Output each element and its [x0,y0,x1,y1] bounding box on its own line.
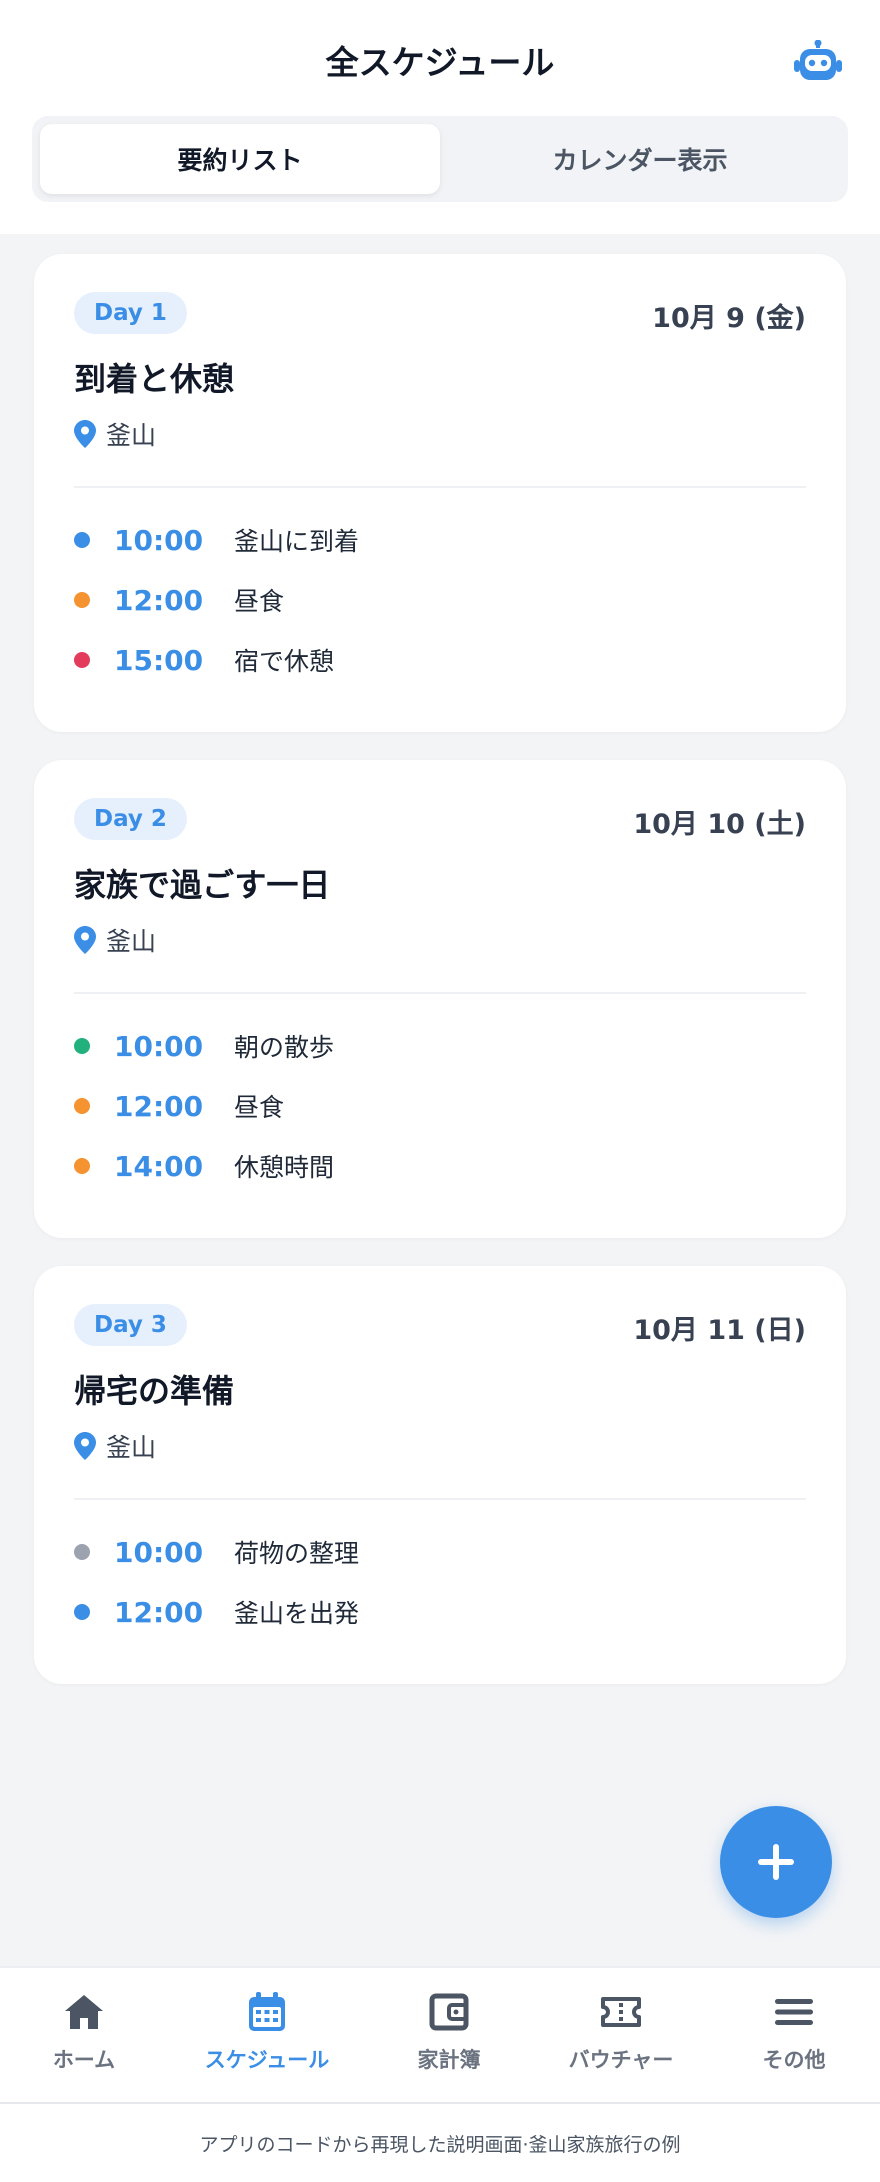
event-row[interactable]: 12:00 昼食 [74,1076,806,1136]
event-name: 釜山に到着 [234,527,360,556]
event-dot [74,652,90,668]
page-title: 全スケジュール [325,43,555,82]
event-row[interactable]: 12:00 釜山を出発 [74,1582,806,1642]
event-time: 10:00 [114,1029,204,1063]
nav-label: その他 [762,2048,826,2072]
day-date: 10月 9 (金) [652,303,806,334]
tab-summary-list[interactable]: 要約リスト [40,124,440,194]
event-dot [74,532,90,548]
event-dot [74,1544,90,1560]
day-title: 帰宅の準備 [74,1372,235,1410]
home-icon [65,1995,103,2029]
event-row[interactable]: 10:00 釜山に到着 [74,510,806,570]
divider [74,992,806,994]
day-location: 釜山 [74,1428,156,1464]
event-name: 荷物の整理 [234,1539,360,1568]
event-list: 10:00 荷物の整理 12:00 釜山を出発 [74,1522,806,1642]
nav-budget[interactable]: 家計簿 [369,1990,529,2074]
event-name: 釜山を出発 [234,1599,360,1628]
event-name: 昼食 [234,1093,285,1122]
menu-icon [775,1999,813,2025]
plus-icon [758,1844,794,1880]
event-time: 12:00 [114,583,204,617]
event-name: 宿で休憩 [234,647,335,676]
event-row[interactable]: 15:00 宿で休憩 [74,630,806,690]
event-row[interactable]: 10:00 荷物の整理 [74,1522,806,1582]
day-card[interactable]: Day 2 10月 10 (土) 家族で過ごす一日 釜山 10:00 朝の散歩 … [34,760,846,1238]
day-card[interactable]: Day 3 10月 11 (日) 帰宅の準備 釜山 10:00 荷物の整理 12… [34,1266,846,1684]
nav-schedule[interactable]: スケジュール [187,1990,347,2074]
day-title: 到着と休憩 [74,360,235,398]
day-date: 10月 10 (土) [633,809,806,840]
calendar-icon [249,1992,285,2031]
nav-label: バウチャー [568,2048,674,2072]
event-list: 10:00 釜山に到着 12:00 昼食 15:00 宿で休憩 [74,510,806,690]
nav-label: スケジュール [204,2048,330,2072]
location-pin-icon [74,1432,96,1460]
tab-calendar-view[interactable]: カレンダー表示 [440,124,840,194]
event-time: 12:00 [114,1595,204,1629]
nav-label: 家計簿 [417,2048,481,2072]
location-pin-icon [74,926,96,954]
location-label: 釜山 [106,421,157,450]
location-label: 釜山 [106,927,157,956]
event-time: 10:00 [114,523,204,557]
ticket-icon [601,1997,641,2027]
view-toggle: 要約リスト カレンダー表示 [32,116,848,202]
event-dot [74,1038,90,1054]
bottom-navigation: ホーム スケジュール 家計簿 バウチャー その他 [0,1966,880,2102]
event-dot [74,592,90,608]
event-time: 15:00 [114,643,204,677]
location-pin-icon [74,420,96,448]
day-date: 10月 11 (日) [633,1315,806,1346]
day-location: 釜山 [74,416,156,452]
event-name: 朝の散歩 [234,1033,335,1062]
event-dot [74,1098,90,1114]
event-dot [74,1604,90,1620]
day-card[interactable]: Day 1 10月 9 (金) 到着と休憩 釜山 10:00 釜山に到着 12:… [34,254,846,732]
nav-more[interactable]: その他 [714,1990,874,2074]
divider [74,486,806,488]
robot-icon[interactable] [794,40,842,84]
nav-voucher[interactable]: バウチャー [541,1990,701,2074]
footer-caption: アプリのコードから再現した説明画面·釜山家族旅行の例 [0,2102,880,2182]
nav-label: ホーム [52,2048,116,2072]
location-label: 釜山 [106,1433,157,1462]
event-time: 14:00 [114,1149,204,1183]
app-header: 全スケジュール 要約リスト カレンダー表示 [0,0,880,234]
event-row[interactable]: 10:00 朝の散歩 [74,1016,806,1076]
event-time: 10:00 [114,1535,204,1569]
day-badge: Day 2 [74,798,187,840]
event-time: 12:00 [114,1089,204,1123]
divider [74,1498,806,1500]
event-name: 昼食 [234,587,285,616]
add-schedule-button[interactable] [720,1806,832,1918]
day-location: 釜山 [74,922,156,958]
day-title: 家族で過ごす一日 [74,866,331,904]
nav-home[interactable]: ホーム [4,1990,164,2074]
event-dot [74,1158,90,1174]
event-row[interactable]: 14:00 休憩時間 [74,1136,806,1196]
event-name: 休憩時間 [234,1153,335,1182]
wallet-icon [429,1993,469,2031]
day-badge: Day 1 [74,292,187,334]
event-list: 10:00 朝の散歩 12:00 昼食 14:00 休憩時間 [74,1016,806,1196]
day-badge: Day 3 [74,1304,187,1346]
event-row[interactable]: 12:00 昼食 [74,570,806,630]
